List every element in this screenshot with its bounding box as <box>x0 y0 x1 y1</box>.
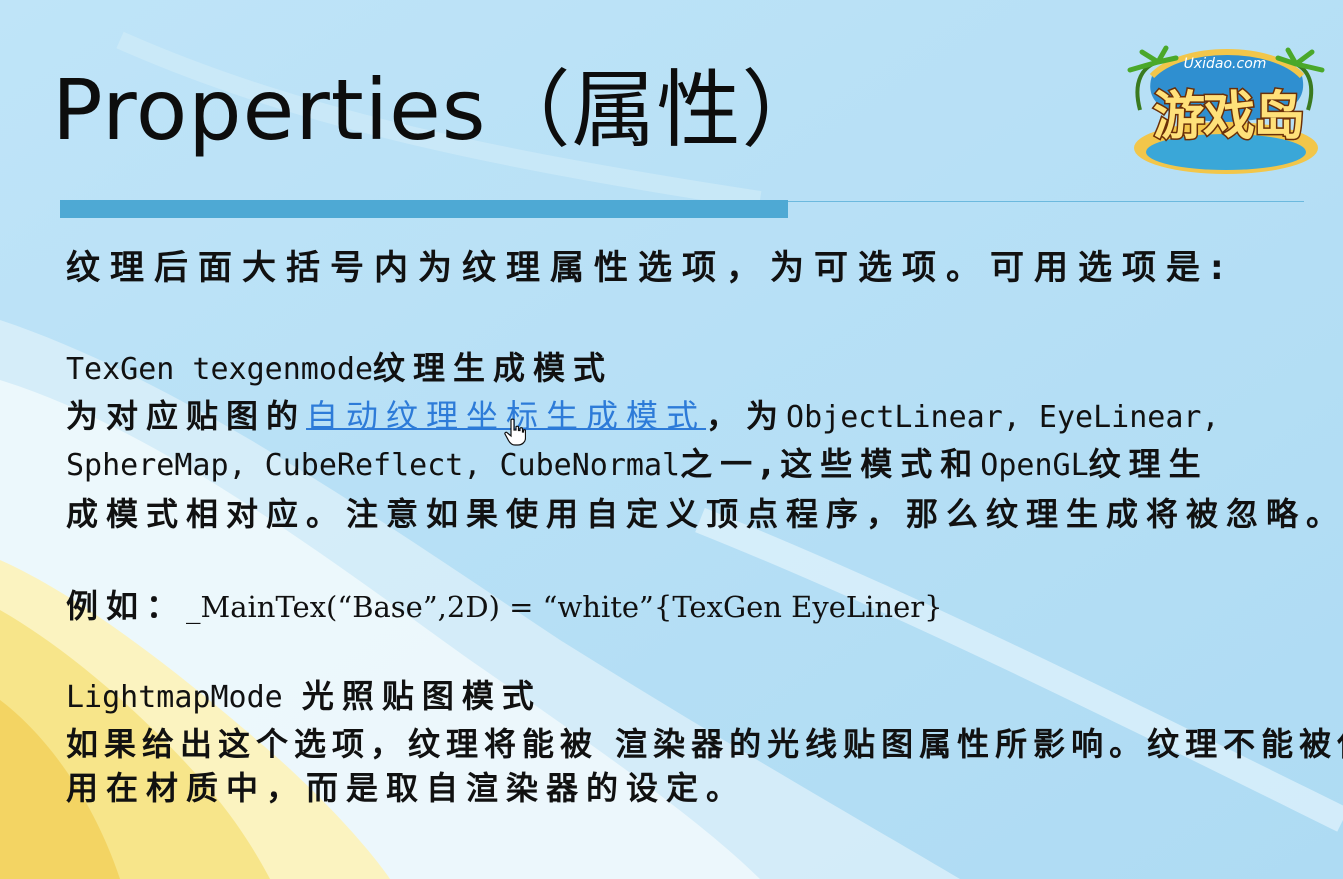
lightmap-line-1: 如果给出这个选项，纹理将能被 渲染器的光线贴图属性所影响。纹理不能被使 <box>66 725 1343 763</box>
texgen-heading-code: TexGen texgenmode <box>66 352 374 387</box>
texgen-line-3: 成模式相对应。注意如果使用自定义顶点程序，那么纹理生成将被忽略。 <box>66 495 1343 533</box>
texgen-line1-comma: ，为 <box>706 397 787 435</box>
slide-title: Properties（属性） <box>52 61 827 159</box>
lightmap-heading: LightmapMode 光照贴图模式 <box>66 676 542 718</box>
texgen-heading-label: 纹理生成模式 <box>373 349 614 387</box>
hand-pointer-icon <box>504 418 526 446</box>
texgen-line-1: 为对应贴图的自动纹理坐标生成模式，为ObjectLinear, EyeLinea… <box>66 396 1220 438</box>
texgen-line2-text1: 之一,这些模式和 <box>680 445 981 483</box>
texgen-line1-prefix: 为对应贴图的 <box>66 397 307 435</box>
logo-site-url: Uxidao.com <box>1183 56 1267 72</box>
texgen-line2-text2: 纹理生 <box>1088 445 1209 483</box>
title-divider-line <box>788 201 1304 202</box>
example-label: 例如： <box>66 587 187 625</box>
texgen-line2-code: SphereMap, CubeReflect, CubeNormal <box>66 448 681 483</box>
lightmap-heading-label: 光照贴图模式 <box>282 677 542 715</box>
texgen-line1-code: ObjectLinear, EyeLinear, <box>786 400 1220 435</box>
example-line: 例如：_MainTex(“Base”,2D) = “white”{TexGen … <box>66 586 943 627</box>
texgen-heading: TexGen texgenmode纹理生成模式 <box>66 348 613 390</box>
lightmap-heading-code: LightmapMode <box>66 680 283 715</box>
texgen-line-2: SphereMap, CubeReflect, CubeNormal之一,这些模… <box>66 444 1209 486</box>
intro-text: 纹理后面大括号内为纹理属性选项，为可选项。可用选项是: <box>66 248 1234 288</box>
example-code: _MainTex(“Base”,2D) = “white”{TexGen Eye… <box>186 590 943 624</box>
title-accent-bar <box>60 200 788 218</box>
logo-name: 游戏岛 <box>1151 86 1306 149</box>
lightmap-line-2: 用在材质中，而是取自渲染器的设定。 <box>66 769 747 807</box>
texgen-line2-code2: OpenGL <box>980 448 1089 483</box>
